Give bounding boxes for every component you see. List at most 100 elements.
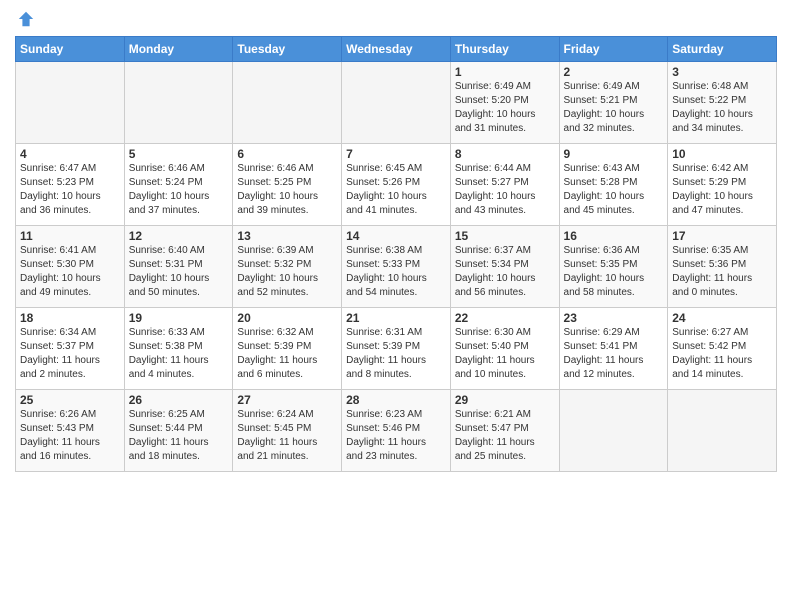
calendar-cell: 25Sunrise: 6:26 AM Sunset: 5:43 PM Dayli… [16,390,125,472]
day-number: 15 [455,229,555,243]
calendar-cell: 28Sunrise: 6:23 AM Sunset: 5:46 PM Dayli… [342,390,451,472]
day-number: 10 [672,147,772,161]
cell-content: Sunrise: 6:33 AM Sunset: 5:38 PM Dayligh… [129,326,229,382]
cell-content: Sunrise: 6:40 AM Sunset: 5:31 PM Dayligh… [129,244,229,300]
day-number: 4 [20,147,120,161]
cell-content: Sunrise: 6:27 AM Sunset: 5:42 PM Dayligh… [672,326,772,382]
day-number: 18 [20,311,120,325]
calendar-cell: 15Sunrise: 6:37 AM Sunset: 5:34 PM Dayli… [450,226,559,308]
calendar-cell: 6Sunrise: 6:46 AM Sunset: 5:25 PM Daylig… [233,144,342,226]
calendar-cell [559,390,668,472]
calendar-cell: 11Sunrise: 6:41 AM Sunset: 5:30 PM Dayli… [16,226,125,308]
calendar-cell: 18Sunrise: 6:34 AM Sunset: 5:37 PM Dayli… [16,308,125,390]
day-number: 21 [346,311,446,325]
calendar-header-saturday: Saturday [668,37,777,62]
calendar-table: SundayMondayTuesdayWednesdayThursdayFrid… [15,36,777,472]
calendar-cell: 3Sunrise: 6:48 AM Sunset: 5:22 PM Daylig… [668,62,777,144]
cell-content: Sunrise: 6:29 AM Sunset: 5:41 PM Dayligh… [564,326,664,382]
calendar-week-1: 1Sunrise: 6:49 AM Sunset: 5:20 PM Daylig… [16,62,777,144]
cell-content: Sunrise: 6:26 AM Sunset: 5:43 PM Dayligh… [20,408,120,464]
day-number: 29 [455,393,555,407]
calendar-cell: 14Sunrise: 6:38 AM Sunset: 5:33 PM Dayli… [342,226,451,308]
day-number: 16 [564,229,664,243]
calendar-cell: 29Sunrise: 6:21 AM Sunset: 5:47 PM Dayli… [450,390,559,472]
cell-content: Sunrise: 6:41 AM Sunset: 5:30 PM Dayligh… [20,244,120,300]
calendar-header-monday: Monday [124,37,233,62]
calendar-cell: 10Sunrise: 6:42 AM Sunset: 5:29 PM Dayli… [668,144,777,226]
calendar-cell: 19Sunrise: 6:33 AM Sunset: 5:38 PM Dayli… [124,308,233,390]
cell-content: Sunrise: 6:35 AM Sunset: 5:36 PM Dayligh… [672,244,772,300]
cell-content: Sunrise: 6:46 AM Sunset: 5:25 PM Dayligh… [237,162,337,218]
calendar-header-tuesday: Tuesday [233,37,342,62]
calendar-cell: 2Sunrise: 6:49 AM Sunset: 5:21 PM Daylig… [559,62,668,144]
cell-content: Sunrise: 6:34 AM Sunset: 5:37 PM Dayligh… [20,326,120,382]
calendar-header-thursday: Thursday [450,37,559,62]
calendar-cell: 5Sunrise: 6:46 AM Sunset: 5:24 PM Daylig… [124,144,233,226]
day-number: 8 [455,147,555,161]
calendar-cell: 12Sunrise: 6:40 AM Sunset: 5:31 PM Dayli… [124,226,233,308]
cell-content: Sunrise: 6:45 AM Sunset: 5:26 PM Dayligh… [346,162,446,218]
calendar-week-2: 4Sunrise: 6:47 AM Sunset: 5:23 PM Daylig… [16,144,777,226]
calendar-cell: 8Sunrise: 6:44 AM Sunset: 5:27 PM Daylig… [450,144,559,226]
day-number: 6 [237,147,337,161]
calendar-header-sunday: Sunday [16,37,125,62]
day-number: 20 [237,311,337,325]
cell-content: Sunrise: 6:25 AM Sunset: 5:44 PM Dayligh… [129,408,229,464]
calendar-cell [342,62,451,144]
calendar-cell: 21Sunrise: 6:31 AM Sunset: 5:39 PM Dayli… [342,308,451,390]
day-number: 28 [346,393,446,407]
logo-icon [17,10,35,28]
calendar-header-row: SundayMondayTuesdayWednesdayThursdayFrid… [16,37,777,62]
calendar-cell [16,62,125,144]
cell-content: Sunrise: 6:23 AM Sunset: 5:46 PM Dayligh… [346,408,446,464]
cell-content: Sunrise: 6:21 AM Sunset: 5:47 PM Dayligh… [455,408,555,464]
calendar-cell [124,62,233,144]
day-number: 26 [129,393,229,407]
day-number: 7 [346,147,446,161]
calendar-header-friday: Friday [559,37,668,62]
cell-content: Sunrise: 6:37 AM Sunset: 5:34 PM Dayligh… [455,244,555,300]
day-number: 3 [672,65,772,79]
calendar-cell: 17Sunrise: 6:35 AM Sunset: 5:36 PM Dayli… [668,226,777,308]
cell-content: Sunrise: 6:24 AM Sunset: 5:45 PM Dayligh… [237,408,337,464]
day-number: 5 [129,147,229,161]
cell-content: Sunrise: 6:38 AM Sunset: 5:33 PM Dayligh… [346,244,446,300]
cell-content: Sunrise: 6:32 AM Sunset: 5:39 PM Dayligh… [237,326,337,382]
cell-content: Sunrise: 6:36 AM Sunset: 5:35 PM Dayligh… [564,244,664,300]
cell-content: Sunrise: 6:46 AM Sunset: 5:24 PM Dayligh… [129,162,229,218]
calendar-header-wednesday: Wednesday [342,37,451,62]
day-number: 19 [129,311,229,325]
day-number: 12 [129,229,229,243]
cell-content: Sunrise: 6:42 AM Sunset: 5:29 PM Dayligh… [672,162,772,218]
calendar-cell: 22Sunrise: 6:30 AM Sunset: 5:40 PM Dayli… [450,308,559,390]
day-number: 22 [455,311,555,325]
day-number: 17 [672,229,772,243]
day-number: 2 [564,65,664,79]
calendar-cell: 16Sunrise: 6:36 AM Sunset: 5:35 PM Dayli… [559,226,668,308]
calendar-week-3: 11Sunrise: 6:41 AM Sunset: 5:30 PM Dayli… [16,226,777,308]
day-number: 1 [455,65,555,79]
calendar-cell: 4Sunrise: 6:47 AM Sunset: 5:23 PM Daylig… [16,144,125,226]
cell-content: Sunrise: 6:31 AM Sunset: 5:39 PM Dayligh… [346,326,446,382]
calendar-cell [233,62,342,144]
header [15,10,777,28]
calendar-cell [668,390,777,472]
day-number: 23 [564,311,664,325]
cell-content: Sunrise: 6:39 AM Sunset: 5:32 PM Dayligh… [237,244,337,300]
day-number: 14 [346,229,446,243]
calendar-week-5: 25Sunrise: 6:26 AM Sunset: 5:43 PM Dayli… [16,390,777,472]
day-number: 24 [672,311,772,325]
day-number: 11 [20,229,120,243]
logo [15,10,35,28]
cell-content: Sunrise: 6:43 AM Sunset: 5:28 PM Dayligh… [564,162,664,218]
calendar-cell: 9Sunrise: 6:43 AM Sunset: 5:28 PM Daylig… [559,144,668,226]
calendar-cell: 26Sunrise: 6:25 AM Sunset: 5:44 PM Dayli… [124,390,233,472]
day-number: 9 [564,147,664,161]
calendar-cell: 7Sunrise: 6:45 AM Sunset: 5:26 PM Daylig… [342,144,451,226]
day-number: 25 [20,393,120,407]
day-number: 27 [237,393,337,407]
cell-content: Sunrise: 6:47 AM Sunset: 5:23 PM Dayligh… [20,162,120,218]
day-number: 13 [237,229,337,243]
calendar-cell: 1Sunrise: 6:49 AM Sunset: 5:20 PM Daylig… [450,62,559,144]
calendar-cell: 23Sunrise: 6:29 AM Sunset: 5:41 PM Dayli… [559,308,668,390]
